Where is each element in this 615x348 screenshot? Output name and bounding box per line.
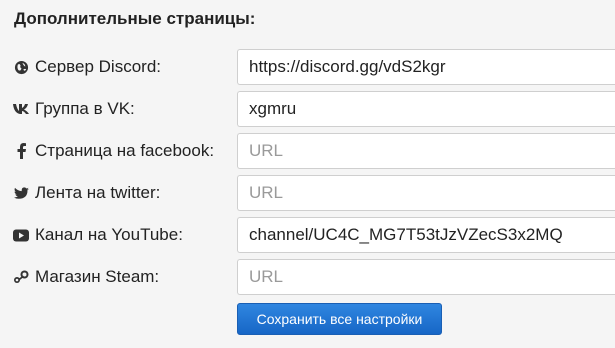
field-row-youtube: Канал на YouTube: (0, 217, 615, 253)
field-row-steam: Магазин Steam: (0, 259, 615, 295)
steam-icon (13, 269, 29, 285)
field-label-text: Страница на facebook: (35, 141, 215, 160)
field-label-text: Магазин Steam: (35, 267, 160, 286)
field-label-text: Сервер Discord: (35, 57, 162, 76)
youtube-icon (13, 227, 29, 243)
discord-url-input[interactable] (237, 49, 615, 85)
field-label-text: Канал на YouTube: (35, 225, 183, 244)
field-row-facebook: Страница на facebook: (0, 133, 615, 169)
field-label-vk: Группа в VK: (13, 91, 135, 127)
field-label-text: Лента на twitter: (35, 183, 161, 202)
field-row-discord: Сервер Discord: (0, 49, 615, 85)
twitter-url-input[interactable] (237, 175, 615, 211)
globe-icon (13, 59, 29, 75)
vk-url-input[interactable] (237, 91, 615, 127)
field-label-youtube: Канал на YouTube: (13, 217, 183, 253)
vk-icon (13, 101, 29, 117)
facebook-url-input[interactable] (237, 133, 615, 169)
field-label-steam: Магазин Steam: (13, 259, 159, 295)
steam-url-input[interactable] (237, 259, 615, 295)
field-row-twitter: Лента на twitter: (0, 175, 615, 211)
field-label-twitter: Лента на twitter: (13, 175, 160, 211)
field-label-discord: Сервер Discord: (13, 49, 161, 85)
field-label-text: Группа в VK: (35, 99, 135, 118)
page-title: Дополнительные страницы: (14, 9, 256, 28)
twitter-icon (13, 185, 29, 201)
field-label-facebook: Страница на facebook: (13, 133, 214, 169)
save-all-settings-button[interactable]: Сохранить все настройки (237, 303, 442, 335)
youtube-url-input[interactable] (237, 217, 615, 253)
facebook-icon (13, 143, 29, 159)
field-row-vk: Группа в VK: (0, 91, 615, 127)
